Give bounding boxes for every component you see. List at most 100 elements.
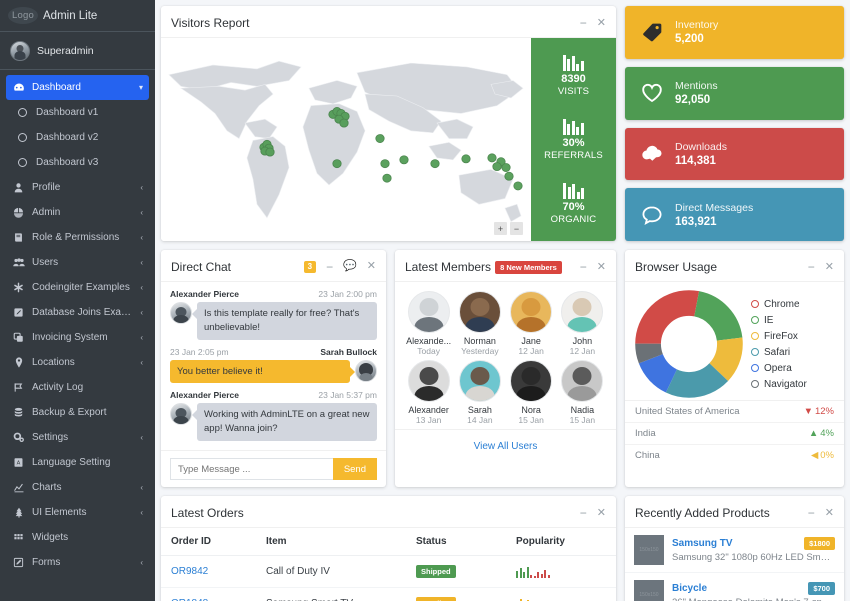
map-zoom-in-button[interactable]: + <box>494 222 507 235</box>
chevron-left-icon: ‹ <box>140 508 143 517</box>
avatar <box>170 302 192 324</box>
sidebar-item-dashboard[interactable]: Dashboard ▾ <box>6 75 149 100</box>
list-item[interactable]: 150x150 Bicycle $700 26" Mongoose Dolomi… <box>625 573 844 601</box>
legend-item[interactable]: Opera <box>751 363 836 374</box>
pie-chart-icon <box>12 207 25 218</box>
sidebar-item-dashboard-v1[interactable]: Dashboard v1 <box>6 100 149 125</box>
sidebar-item-codeigniter-examples[interactable]: Codeingiter Examples ‹ <box>6 275 149 300</box>
infobox-mentions[interactable]: Mentions 92,050 <box>625 66 844 120</box>
chat-message-time: 23 Jan 5:37 pm <box>318 390 377 401</box>
sidebar-item-ui-elements[interactable]: UI Elements ‹ <box>6 500 149 525</box>
sidebar-item-admin[interactable]: Admin ‹ <box>6 200 149 225</box>
card-tools: − ✕ <box>808 507 834 519</box>
sidebar-item-dashboard-v3[interactable]: Dashboard v3 <box>6 150 149 175</box>
close-icon[interactable]: ✕ <box>367 261 376 272</box>
sidebar-item-backup-export[interactable]: Backup & Export <box>6 400 149 425</box>
sidebar-item-label: Profile <box>32 182 61 193</box>
legend-item[interactable]: Navigator <box>751 379 836 390</box>
chat-footer: Send <box>161 450 386 487</box>
comments-icon[interactable]: 💬 <box>343 261 357 272</box>
avatar <box>458 291 501 333</box>
minimize-icon[interactable]: − <box>580 261 587 273</box>
close-icon[interactable]: ✕ <box>825 507 834 519</box>
list-item[interactable]: Sarah 14 Jan <box>454 360 505 425</box>
minimize-icon[interactable]: − <box>808 261 815 273</box>
close-icon[interactable]: ✕ <box>597 17 606 29</box>
product-description: Samsung 32" 1080p 60Hz LED Smart H... <box>672 552 835 563</box>
list-item[interactable]: Alexande... Today <box>403 291 454 356</box>
list-item[interactable]: John 12 Jan <box>557 291 608 356</box>
arrow-left-icon: ◀ <box>810 450 819 461</box>
close-icon[interactable]: ✕ <box>825 261 834 273</box>
world-map[interactable]: + − <box>161 38 531 241</box>
minimize-icon[interactable]: − <box>580 507 587 519</box>
user-name: Superadmin <box>37 44 94 57</box>
list-item[interactable]: 150x150 Samsung TV $1800 Samsung 32" 108… <box>625 528 844 573</box>
brand-header[interactable]: Logo Admin Lite <box>0 0 155 32</box>
list-item[interactable]: Jane 12 Jan <box>506 291 557 356</box>
sidebar-nav: Dashboard ▾ Dashboard v1 Dashboard v2 Da… <box>0 70 155 575</box>
legend-label: Chrome <box>764 298 800 310</box>
sidebar-item-label: Widgets <box>32 532 69 543</box>
minimize-icon[interactable]: − <box>326 261 333 273</box>
sidebar-item-invoicing-system[interactable]: Invoicing System ‹ <box>6 325 149 350</box>
chat-message-list: Alexander Pierce 23 Jan 2:00 pm Is this … <box>161 282 386 450</box>
member-name: Norman <box>463 336 496 346</box>
legend-item[interactable]: Chrome <box>751 299 836 310</box>
list-item[interactable]: China ◀ 0% <box>625 445 844 466</box>
sidebar-item-widgets[interactable]: Widgets <box>6 525 149 550</box>
member-name: John <box>572 336 593 346</box>
sidebar-item-language-setting[interactable]: A Language Setting <box>6 450 149 475</box>
legend-item[interactable]: Safari <box>751 347 836 358</box>
browser-donut-chart[interactable] <box>633 290 745 398</box>
sidebar-item-charts[interactable]: Charts ‹ <box>6 475 149 500</box>
avatar <box>561 360 604 402</box>
line-chart-icon <box>12 482 25 493</box>
admin-dashboard: Logo Admin Lite Superadmin Dashboard ▾ D… <box>0 0 850 601</box>
infobox-direct-messages[interactable]: Direct Messages 163,921 <box>625 188 844 241</box>
stat-visits: 8390 VISITS <box>558 54 589 97</box>
product-name[interactable]: Samsung TV <box>672 538 733 549</box>
product-name[interactable]: Bicycle <box>672 583 707 594</box>
view-all-users-link[interactable]: View All Users <box>474 441 538 452</box>
list-item[interactable]: Nadia 15 Jan <box>557 360 608 425</box>
sidebar-item-profile[interactable]: Profile ‹ <box>6 175 149 200</box>
tree-icon <box>12 507 25 518</box>
sidebar-item-role-permissions[interactable]: Role & Permissions ‹ <box>6 225 149 250</box>
infobox-downloads[interactable]: Downloads 114,381 <box>625 127 844 181</box>
flag-icon <box>12 382 25 393</box>
sidebar-item-activity-log[interactable]: Activity Log <box>6 375 149 400</box>
user-panel[interactable]: Superadmin <box>0 32 155 70</box>
close-icon[interactable]: ✕ <box>597 507 606 519</box>
table-row[interactable]: OR9842 Call of Duty IV Shipped <box>161 555 616 588</box>
list-item[interactable]: Norman Yesterday <box>454 291 505 356</box>
chat-message-author: Alexander Pierce <box>170 289 239 299</box>
list-item[interactable]: India ▲ 4% <box>625 423 844 445</box>
minimize-icon[interactable]: − <box>808 507 815 519</box>
sidebar-item-locations[interactable]: Locations ‹ <box>6 350 149 375</box>
chat-message-input[interactable] <box>170 458 333 480</box>
list-item[interactable]: United States of America ▼ 12% <box>625 401 844 423</box>
send-button[interactable]: Send <box>332 458 377 480</box>
card-header: Browser Usage − ✕ <box>625 253 844 282</box>
cloud-download-icon <box>639 144 665 163</box>
chat-message-author: Sarah Bullock <box>320 346 377 357</box>
sidebar-item-settings[interactable]: Settings ‹ <box>6 425 149 450</box>
infobox-inventory[interactable]: Inventory 5,200 <box>625 6 844 59</box>
sidebar-item-users[interactable]: Users ‹ <box>6 250 149 275</box>
sidebar-item-forms[interactable]: Forms ‹ <box>6 550 149 575</box>
sidebar-item-database-joins-example[interactable]: Database Joins Example ‹ <box>6 300 149 325</box>
sidebar-item-dashboard-v2[interactable]: Dashboard v2 <box>6 125 149 150</box>
logo-placeholder: Logo <box>8 7 38 24</box>
map-zoom-out-button[interactable]: − <box>510 222 523 235</box>
order-id-link[interactable]: OR9842 <box>171 566 208 577</box>
list-item[interactable]: Nora 15 Jan <box>506 360 557 425</box>
close-icon[interactable]: ✕ <box>597 261 606 273</box>
member-date: 13 Jan <box>415 415 442 425</box>
list-item[interactable]: Alexander 13 Jan <box>403 360 454 425</box>
legend-item[interactable]: FireFox <box>751 331 836 342</box>
latest-orders-card: Latest Orders − ✕ Order ID Item Status P… <box>161 496 616 601</box>
minimize-icon[interactable]: − <box>580 17 587 29</box>
table-row[interactable]: OR1848 Samsung Smart TV Pending <box>161 587 616 601</box>
legend-item[interactable]: IE <box>751 315 836 326</box>
